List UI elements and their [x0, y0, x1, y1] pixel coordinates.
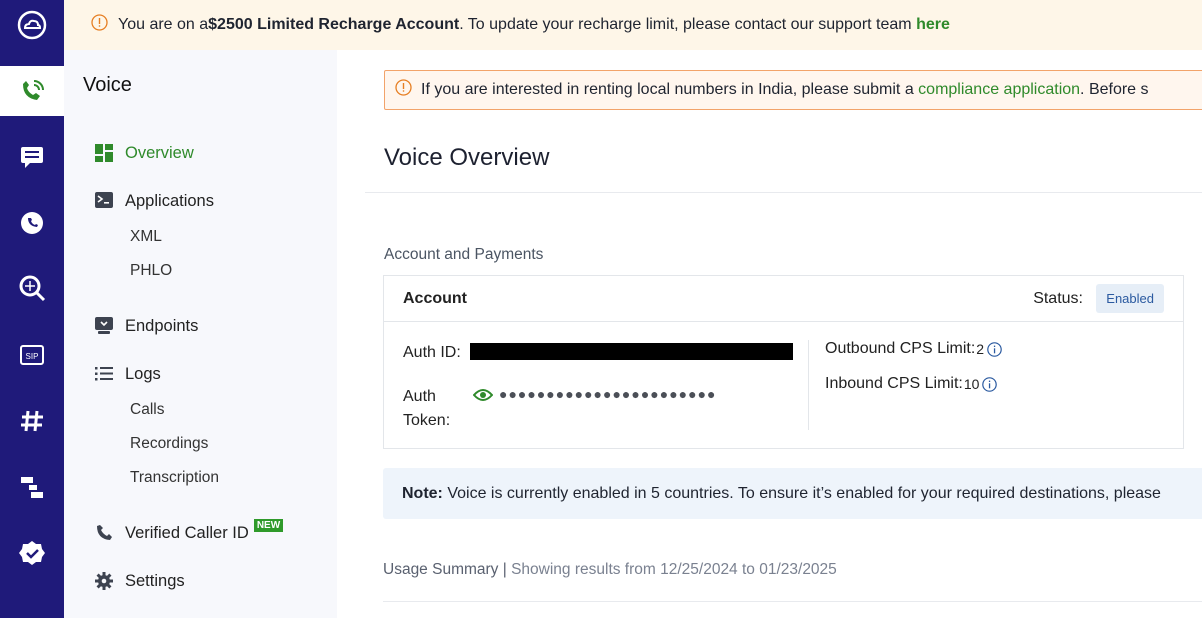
rail-voice-icon[interactable]	[0, 66, 64, 116]
dashboard-icon	[94, 143, 114, 163]
page-title: Voice Overview	[384, 144, 550, 171]
status-badge: Enabled	[1096, 284, 1164, 313]
sidebar-title: Voice	[83, 74, 132, 96]
compliance-notice: If you are interested in renting local n…	[384, 70, 1202, 110]
divider	[365, 192, 1202, 193]
divider	[383, 601, 1202, 602]
usage-date-range: Showing results from 12/25/2024 to 01/23…	[511, 561, 837, 578]
auth-id-label: Auth ID:	[403, 344, 461, 361]
account-card-header: Account Status: Enabled	[384, 276, 1183, 322]
list-icon	[94, 364, 114, 384]
sidebar-subitem-phlo[interactable]: PHLO	[130, 262, 172, 280]
sidebar-item-applications[interactable]: Applications	[94, 191, 214, 211]
sidebar-subitem-xml[interactable]: XML	[130, 228, 162, 246]
usage-summary-header: Usage Summary | Showing results from 12/…	[383, 561, 837, 579]
auth-token-label-line2: Token:	[403, 412, 451, 429]
info-warning-icon	[91, 14, 108, 36]
outbound-cps-label: Outbound CPS Limit:	[825, 340, 976, 357]
phone-icon	[94, 523, 114, 543]
banner-middle: . To update your recharge limit, please …	[459, 16, 912, 33]
rail-sip-icon[interactable]: SIP	[0, 330, 64, 380]
main-content: If you are interested in renting local n…	[337, 50, 1202, 618]
inbound-cps-value: 10	[963, 376, 980, 392]
sidebar-subitem-calls[interactable]: Calls	[130, 401, 164, 419]
status-label: Status:	[1033, 290, 1083, 307]
sidebar-subitem-recordings[interactable]: Recordings	[130, 435, 208, 453]
sidebar-subitem-transcription[interactable]: Transcription	[130, 469, 219, 487]
icon-rail: SIP	[0, 0, 64, 618]
sidebar-item-endpoints[interactable]: Endpoints	[94, 316, 198, 336]
account-card: Account Status: Enabled Auth ID: Auth To…	[383, 275, 1184, 449]
section-label: Account and Payments	[384, 246, 544, 263]
rail-whatsapp-icon[interactable]	[0, 198, 64, 248]
info-icon[interactable]	[982, 376, 998, 392]
recharge-limit-banner: You are on a $2500 Limited Recharge Acco…	[64, 0, 1202, 50]
banner-plan: $2500 Limited Recharge Account	[208, 16, 460, 33]
rail-numbers-icon[interactable]	[0, 396, 64, 446]
rail-messaging-icon[interactable]	[0, 131, 64, 181]
inbound-cps: Inbound CPS Limit: 10	[825, 375, 998, 393]
sidebar-item-settings[interactable]: Settings	[94, 571, 185, 591]
usage-title: Usage Summary	[383, 561, 499, 578]
new-badge: NEW	[253, 518, 284, 532]
rail-lookup-icon[interactable]	[0, 263, 64, 313]
sidebar-item-label: Applications	[125, 191, 214, 210]
sidebar-item-overview[interactable]: Overview	[94, 143, 194, 163]
endpoint-icon	[94, 316, 114, 336]
sidebar-item-label: Endpoints	[125, 316, 199, 335]
account-title: Account	[403, 290, 467, 307]
divider	[808, 340, 809, 430]
notice-prefix: If you are interested in renting local n…	[421, 81, 919, 98]
rail-flow-icon[interactable]	[0, 462, 64, 512]
usage-separator: |	[498, 561, 512, 578]
info-warning-icon	[395, 79, 412, 101]
sidebar-item-label: Settings	[125, 571, 185, 590]
voice-sidebar: Voice Overview Applications XML PHLO End…	[64, 50, 337, 618]
auth-id-redacted[interactable]	[470, 343, 793, 360]
outbound-cps: Outbound CPS Limit: 2	[825, 340, 1002, 358]
note-label: Note:	[402, 484, 443, 502]
notice-suffix: . Before s	[1080, 81, 1149, 98]
sidebar-item-label: Verified Caller ID	[125, 523, 249, 542]
note-text: Voice is currently enabled in 5 countrie…	[442, 484, 1161, 502]
support-link[interactable]: here	[916, 16, 950, 34]
info-icon[interactable]	[987, 341, 1002, 357]
countries-note: Note: Voice is currently enabled in 5 co…	[383, 468, 1202, 519]
outbound-cps-value: 2	[976, 341, 985, 357]
sidebar-item-verified-caller-id[interactable]: Verified Caller ID NEW	[94, 518, 284, 543]
rail-verify-icon[interactable]	[0, 528, 64, 578]
svg-text:SIP: SIP	[26, 352, 39, 361]
banner-prefix: You are on a	[118, 16, 209, 33]
sidebar-item-logs[interactable]: Logs	[94, 364, 161, 384]
gear-icon	[94, 571, 114, 591]
terminal-icon	[94, 191, 114, 211]
cloud-logo-icon[interactable]	[0, 0, 64, 50]
eye-icon[interactable]	[472, 388, 494, 407]
compliance-application-link[interactable]: compliance application	[918, 81, 1080, 99]
sidebar-item-label: Overview	[125, 143, 194, 162]
auth-token-label: Auth	[403, 388, 436, 405]
auth-token-masked: ●●●●●●●●●●●●●●●●●●●●●●●	[499, 386, 717, 402]
inbound-cps-label: Inbound CPS Limit:	[825, 375, 963, 392]
sidebar-item-label: Logs	[125, 364, 161, 383]
